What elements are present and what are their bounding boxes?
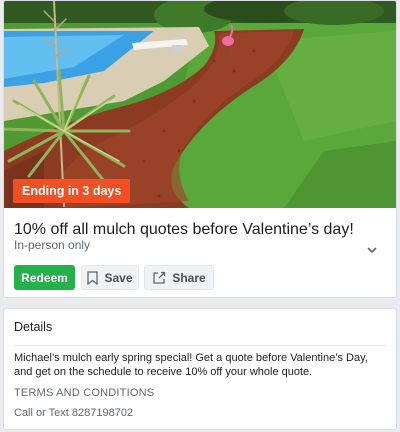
terms-heading: TERMS AND CONDITIONS [14, 387, 155, 399]
offer-card: Ending in 3 days 10% off all mulch quote… [3, 0, 397, 298]
ending-soon-badge: Ending in 3 days [13, 179, 131, 203]
chevron-down-icon[interactable] [365, 243, 379, 257]
share-icon [153, 271, 166, 284]
details-divider [14, 345, 386, 346]
offer-photo[interactable]: Ending in 3 days [4, 1, 396, 208]
offer-photo-image [4, 1, 396, 208]
terms-text: Call or Text 8287198702 [14, 407, 134, 419]
details-heading: Details [14, 320, 53, 334]
redeem-button-label: Redeem [21, 270, 68, 285]
offer-title: 10% off all mulch quotes before Valentin… [14, 221, 354, 238]
bookmark-icon [87, 270, 99, 285]
offer-subtitle: In-person only [14, 238, 91, 252]
details-card: Details Michael’s mulch early spring spe… [3, 308, 397, 430]
offer-description: Michael’s mulch early spring special! Ge… [14, 352, 368, 378]
share-button-label: Share [172, 270, 206, 285]
redeem-button[interactable]: Redeem [14, 265, 75, 290]
save-button[interactable]: Save [81, 265, 139, 290]
share-button[interactable]: Share [144, 265, 214, 290]
save-button-label: Save [104, 270, 133, 285]
